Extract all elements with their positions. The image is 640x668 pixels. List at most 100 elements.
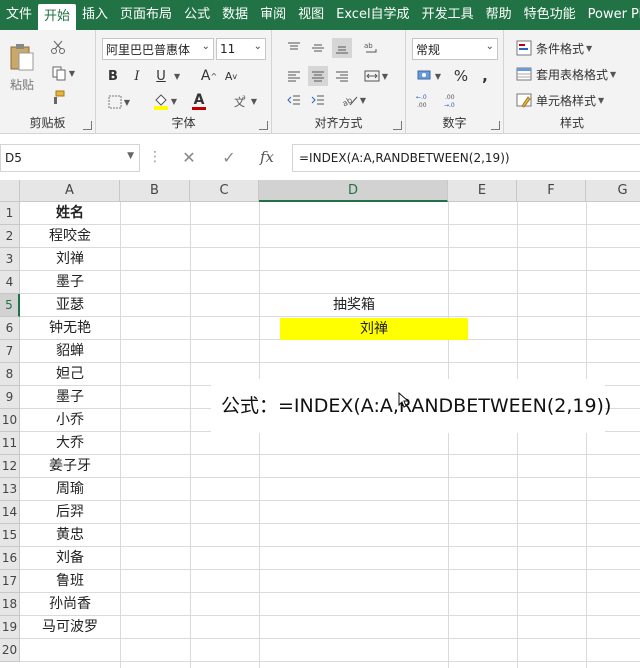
- row-header-17[interactable]: 17: [0, 570, 20, 593]
- tab-0[interactable]: 文件: [0, 0, 38, 30]
- insert-function-button[interactable]: fx: [252, 148, 282, 166]
- align-center-button[interactable]: [308, 66, 328, 86]
- copy-button[interactable]: ▼: [48, 64, 78, 82]
- cell-d4[interactable]: 抽奖箱: [260, 294, 448, 317]
- cell-a8[interactable]: 妲己: [20, 363, 120, 386]
- comma-button[interactable]: ,: [476, 66, 494, 86]
- bold-button[interactable]: B: [104, 66, 122, 86]
- tab-5[interactable]: 数据: [216, 0, 254, 30]
- font-launcher-icon[interactable]: .: [259, 121, 268, 130]
- format-painter-button[interactable]: [48, 88, 68, 106]
- tab-11[interactable]: 特色功能: [518, 0, 582, 30]
- cell-a18[interactable]: 孙尚香: [20, 593, 120, 616]
- font-name-select[interactable]: 阿里巴巴普惠体 ⌄: [102, 38, 214, 60]
- formula-input[interactable]: =INDEX(A:A,RANDBETWEEN(2,19)): [292, 144, 640, 172]
- name-box[interactable]: D5 ▼: [0, 144, 140, 172]
- clipboard-launcher-icon[interactable]: .: [83, 121, 92, 130]
- align-right-button[interactable]: [332, 66, 352, 86]
- tab-9[interactable]: 开发工具: [416, 0, 480, 30]
- row-header-8[interactable]: 8: [0, 363, 20, 386]
- align-bottom-button[interactable]: [332, 38, 352, 58]
- cell-a9[interactable]: 墨子: [20, 386, 120, 409]
- tab-7[interactable]: 视图: [292, 0, 330, 30]
- cell-a12[interactable]: 姜子牙: [20, 455, 120, 478]
- accounting-format-button[interactable]: ▼: [414, 66, 444, 86]
- cell-a19[interactable]: 马可波罗: [20, 616, 120, 639]
- cell-a17[interactable]: 鲁班: [20, 570, 120, 593]
- cell-a13[interactable]: 周瑜: [20, 478, 120, 501]
- cell-a14[interactable]: 后羿: [20, 501, 120, 524]
- row-header-4[interactable]: 4: [0, 271, 20, 294]
- tab-10[interactable]: 帮助: [480, 0, 518, 30]
- row-header-9[interactable]: 9: [0, 386, 20, 409]
- cancel-formula-icon[interactable]: ✕: [174, 148, 204, 167]
- wrap-text-button[interactable]: ab: [360, 38, 384, 58]
- cut-button[interactable]: [48, 38, 68, 56]
- column-header-f[interactable]: F: [517, 180, 586, 202]
- cell-a2[interactable]: 程咬金: [20, 225, 120, 248]
- align-middle-button[interactable]: [308, 38, 328, 58]
- tab-1[interactable]: 开始: [38, 4, 77, 30]
- fill-color-button[interactable]: ▼: [150, 90, 180, 112]
- row-header-13[interactable]: 13: [0, 478, 20, 501]
- tab-3[interactable]: 页面布局: [114, 0, 178, 30]
- column-header-g[interactable]: G: [586, 180, 640, 202]
- tab-6[interactable]: 审阅: [254, 0, 292, 30]
- tab-8[interactable]: Excel自学成: [330, 0, 415, 30]
- confirm-formula-icon[interactable]: ✓: [214, 148, 244, 167]
- number-format-select[interactable]: 常规 ⌄: [412, 38, 498, 60]
- cell-a16[interactable]: 刘备: [20, 547, 120, 570]
- row-header-5[interactable]: 5: [0, 294, 20, 317]
- cell-a11[interactable]: 大乔: [20, 432, 120, 455]
- cell-area[interactable]: 抽奖箱 刘禅 公式：=INDEX(A:A,RANDBETWEEN(2,19)) …: [20, 202, 640, 668]
- chevron-down-icon[interactable]: ▼: [174, 72, 180, 81]
- tab-12[interactable]: Power Pivo: [582, 0, 640, 30]
- grow-font-button[interactable]: A ^: [200, 66, 218, 86]
- row-header-16[interactable]: 16: [0, 547, 20, 570]
- row-header-15[interactable]: 15: [0, 524, 20, 547]
- merge-center-button[interactable]: ▼: [360, 66, 392, 86]
- cell-d5[interactable]: 刘禅: [280, 318, 468, 340]
- cell-a5[interactable]: 亚瑟: [20, 294, 120, 317]
- underline-button[interactable]: U: [152, 66, 170, 86]
- cell-a3[interactable]: 刘禅: [20, 248, 120, 271]
- cell-a7[interactable]: 貂蝉: [20, 340, 120, 363]
- column-header-e[interactable]: E: [448, 180, 517, 202]
- cell-styles-button[interactable]: 单元格样式 ▼: [516, 90, 634, 110]
- cell-a1[interactable]: 姓名: [20, 202, 120, 225]
- row-header-14[interactable]: 14: [0, 501, 20, 524]
- cell-a6[interactable]: 钟无艳: [20, 317, 120, 340]
- tab-4[interactable]: 公式: [178, 0, 216, 30]
- row-header-19[interactable]: 19: [0, 616, 20, 639]
- increase-decimal-button[interactable]: ←.0.00: [414, 90, 436, 112]
- row-header-3[interactable]: 3: [0, 248, 20, 271]
- cell-a15[interactable]: 黄忠: [20, 524, 120, 547]
- row-header-20[interactable]: 20: [0, 639, 20, 662]
- paste-button[interactable]: 粘贴: [4, 36, 40, 98]
- row-header-2[interactable]: 2: [0, 225, 20, 248]
- decrease-indent-button[interactable]: [284, 90, 304, 110]
- cell-a10[interactable]: 小乔: [20, 409, 120, 432]
- cell-a4[interactable]: 墨子: [20, 271, 120, 294]
- increase-indent-button[interactable]: [308, 90, 328, 110]
- align-left-button[interactable]: [284, 66, 304, 86]
- row-header-7[interactable]: 7: [0, 340, 20, 363]
- number-launcher-icon[interactable]: .: [491, 121, 500, 130]
- font-size-select[interactable]: 11 ⌄: [216, 38, 266, 60]
- column-header-c[interactable]: C: [190, 180, 259, 202]
- row-header-6[interactable]: 6: [0, 317, 20, 340]
- format-as-table-button[interactable]: 套用表格格式 ▼: [516, 64, 638, 84]
- tab-2[interactable]: 插入: [76, 0, 114, 30]
- row-header-10[interactable]: 10: [0, 409, 20, 432]
- percent-button[interactable]: %: [452, 66, 470, 86]
- column-header-d[interactable]: D: [259, 180, 448, 202]
- row-header-1[interactable]: 1: [0, 202, 20, 225]
- row-header-12[interactable]: 12: [0, 455, 20, 478]
- italic-button[interactable]: I: [128, 66, 146, 86]
- row-header-18[interactable]: 18: [0, 593, 20, 616]
- font-color-button[interactable]: A: [184, 90, 214, 112]
- phonetic-button[interactable]: 文a ▼: [230, 90, 260, 112]
- shrink-font-button[interactable]: Av: [222, 66, 240, 86]
- conditional-format-button[interactable]: 条件格式 ▼: [516, 38, 634, 58]
- column-header-a[interactable]: A: [20, 180, 120, 202]
